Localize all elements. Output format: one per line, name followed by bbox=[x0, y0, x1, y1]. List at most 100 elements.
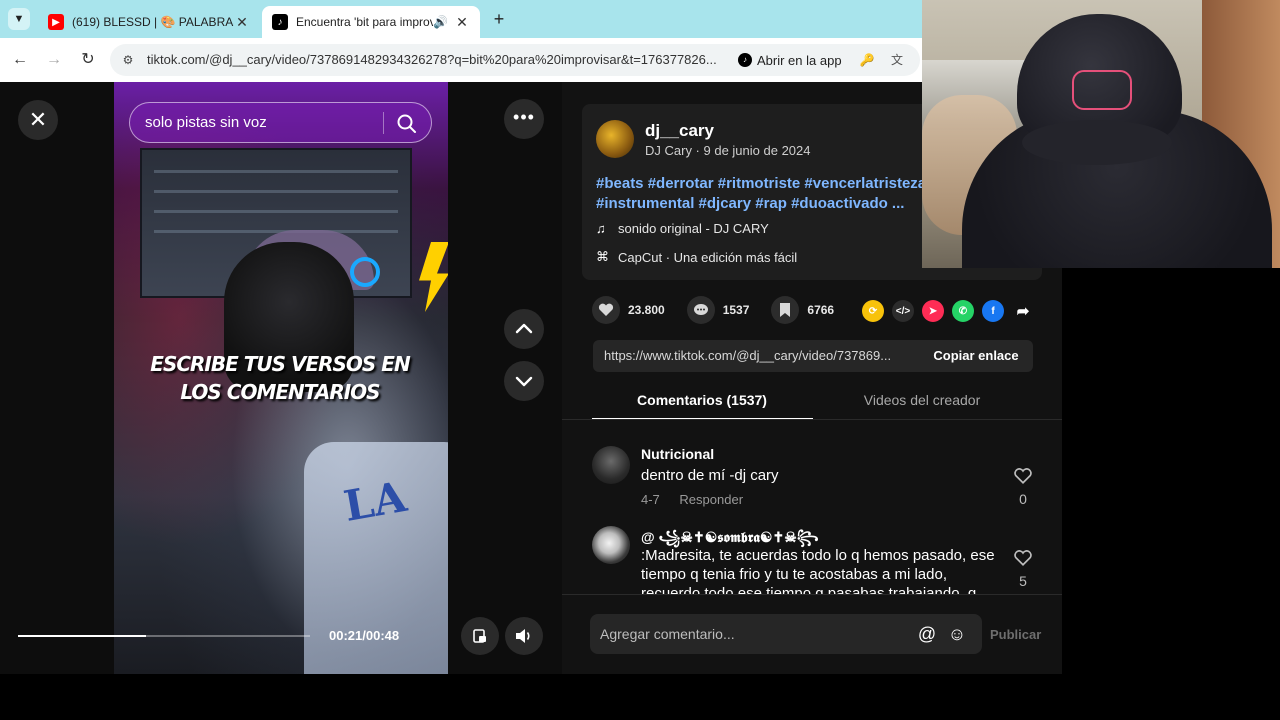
video-caption: ESCRIBE TUS VERSOS EN LOS COMENTARIOS bbox=[150, 352, 410, 404]
speaker-icon[interactable]: 🔊 bbox=[433, 15, 448, 29]
tab-creator-videos[interactable]: Videos del creador bbox=[812, 392, 1032, 408]
open-in-app-button[interactable]: ♪ Abrir en la app bbox=[732, 48, 852, 72]
webcam-cap-brim bbox=[1022, 120, 1172, 165]
heart-outline-icon[interactable] bbox=[1014, 550, 1032, 566]
capcut-label: CapCut · Una edición más fácil bbox=[618, 249, 798, 265]
comment-item: @ ꧁☠︎✝︎☯︎𝖘𝖔𝖒𝖇𝖗𝖆☯︎✝︎☠︎꧂ :Madresita, te ac… bbox=[592, 526, 1042, 594]
tab-close-icon[interactable]: ✕ bbox=[234, 14, 250, 31]
video-time: 00:21/00:48 bbox=[329, 628, 400, 643]
tiktok-icon: ♪ bbox=[272, 14, 288, 30]
key-icon[interactable]: 🔑 bbox=[858, 51, 876, 69]
browser-tab-bar: ▼ ▶ (619) BLESSD | 🎨 PALABRAS S ✕ ♪ Encu… bbox=[0, 0, 922, 38]
site-info-icon[interactable]: ⚙ bbox=[120, 52, 136, 68]
like-stat[interactable]: 23.800 bbox=[592, 296, 665, 324]
creator-subline: DJ Cary · 9 de junio de 2024 bbox=[645, 143, 811, 158]
comment-date: 4-7 bbox=[641, 492, 660, 507]
youtube-icon: ▶ bbox=[48, 14, 64, 30]
video-search-bar[interactable]: solo pistas sin voz bbox=[129, 102, 432, 143]
volume-button[interactable] bbox=[505, 617, 543, 655]
tab-tiktok[interactable]: ♪ Encuentra 'bit para improvis 🔊 ✕ bbox=[262, 6, 480, 38]
bookmark-icon[interactable] bbox=[771, 296, 800, 324]
open-app-label: Abrir en la app bbox=[757, 52, 842, 68]
comment-meta: 4-7 Responder bbox=[641, 492, 759, 507]
close-video-button[interactable]: ✕ bbox=[18, 100, 58, 140]
tab-title: (619) BLESSD | 🎨 PALABRAS S bbox=[72, 15, 234, 29]
publish-button[interactable]: Publicar bbox=[990, 627, 1041, 642]
capcut-icon: ⌘ bbox=[596, 249, 609, 264]
commenter-name[interactable]: Nutricional bbox=[641, 446, 714, 462]
capcut-line[interactable]: ⌘ CapCut · Una edición más fácil bbox=[596, 249, 797, 265]
creator-username[interactable]: dj__cary bbox=[645, 121, 714, 141]
comment-item: Nutricional dentro de mí -dj cary 4-7 Re… bbox=[592, 446, 1042, 507]
comment-input[interactable]: Agregar comentario... @ ☺ bbox=[590, 614, 982, 654]
whatsapp-icon[interactable]: ✆ bbox=[952, 300, 974, 322]
previous-video-button[interactable] bbox=[504, 309, 544, 349]
comment-like-count: 0 bbox=[1019, 491, 1027, 507]
next-video-button[interactable] bbox=[504, 361, 544, 401]
reload-icon[interactable]: ↻ bbox=[76, 48, 100, 72]
translate-icon[interactable]: 文 bbox=[888, 51, 906, 69]
tab-search-chevron-icon[interactable]: ▼ bbox=[8, 8, 30, 30]
more-options-button[interactable]: ••• bbox=[504, 99, 544, 139]
creator-avatar[interactable] bbox=[596, 120, 634, 158]
forward-icon[interactable]: → bbox=[42, 48, 66, 72]
comment-bar-divider bbox=[562, 594, 1062, 595]
mention-icon[interactable]: @ bbox=[916, 623, 938, 645]
like-count: 23.800 bbox=[628, 303, 665, 317]
volume-icon bbox=[516, 629, 530, 643]
tab-title: Encuentra 'bit para improvis bbox=[296, 15, 434, 29]
chevron-up-icon bbox=[515, 323, 533, 334]
more-icon: ••• bbox=[513, 107, 535, 127]
comment-like[interactable]: 0 bbox=[1012, 468, 1034, 507]
share-icons: ⟳ </> ➤ ✆ f ➦ bbox=[862, 300, 1042, 322]
commenter-avatar[interactable] bbox=[592, 446, 630, 484]
share-link-box: https://www.tiktok.com/@dj__cary/video/7… bbox=[593, 340, 1033, 372]
share-link[interactable]: https://www.tiktok.com/@dj__cary/video/7… bbox=[604, 348, 912, 363]
comment-stat[interactable]: 1537 bbox=[686, 296, 749, 324]
heart-outline-icon[interactable] bbox=[1014, 468, 1032, 484]
browser-toolbar: ← → ↻ ⚙ tiktok.com/@dj__cary/video/73786… bbox=[0, 38, 922, 82]
sound-line[interactable]: ♫ sonido original - DJ CARY bbox=[596, 221, 769, 236]
copy-link-button[interactable]: Copiar enlace bbox=[919, 340, 1033, 372]
new-tab-button[interactable]: + bbox=[488, 8, 510, 30]
heart-icon[interactable] bbox=[592, 296, 620, 324]
emoji-icon[interactable]: ☺ bbox=[946, 623, 968, 645]
comment-text: :Madresita, te acuerdas todo lo q hemos … bbox=[641, 547, 995, 594]
facebook-icon[interactable]: f bbox=[982, 300, 1004, 322]
send-icon[interactable]: ➤ bbox=[922, 300, 944, 322]
save-stat[interactable]: 6766 bbox=[771, 296, 834, 324]
video-scene-ring bbox=[350, 257, 380, 287]
comment-like[interactable]: 5 bbox=[1012, 550, 1034, 589]
floating-player-icon bbox=[473, 629, 486, 643]
share-arrow-icon[interactable]: ➦ bbox=[1012, 300, 1034, 322]
search-icon[interactable] bbox=[396, 113, 418, 135]
lightning-icon bbox=[419, 242, 448, 312]
picture-in-picture-button[interactable] bbox=[461, 617, 499, 655]
url-text[interactable]: tiktok.com/@dj__cary/video/7378691482934… bbox=[147, 52, 737, 67]
comment-placeholder[interactable]: Agregar comentario... bbox=[600, 626, 735, 642]
embed-icon[interactable]: </> bbox=[892, 300, 914, 322]
tab-comments[interactable]: Comentarios (1537) bbox=[592, 392, 812, 408]
tiktok-icon: ♪ bbox=[738, 53, 752, 67]
tab-close-icon[interactable]: ✕ bbox=[454, 14, 470, 31]
back-icon[interactable]: ← bbox=[8, 48, 32, 72]
reply-button[interactable]: Responder bbox=[679, 492, 743, 507]
tab-youtube[interactable]: ▶ (619) BLESSD | 🎨 PALABRAS S ✕ bbox=[38, 6, 260, 38]
video-progress-fill bbox=[18, 635, 146, 637]
comment-text: dentro de mí -dj cary bbox=[641, 467, 779, 484]
commenter-avatar[interactable] bbox=[592, 526, 630, 564]
comment-icon[interactable] bbox=[686, 296, 715, 324]
search-query[interactable]: solo pistas sin voz bbox=[145, 114, 267, 131]
comment-like-count: 5 bbox=[1019, 573, 1027, 589]
video-progress-bar[interactable] bbox=[18, 635, 310, 637]
screen: ▼ ▶ (619) BLESSD | 🎨 PALABRAS S ✕ ♪ Encu… bbox=[0, 0, 1280, 720]
search-divider bbox=[383, 112, 384, 134]
close-icon: ✕ bbox=[28, 107, 48, 132]
webcam-cap-logo bbox=[1072, 70, 1132, 110]
webcam-overlay bbox=[922, 0, 1280, 268]
repost-icon[interactable]: ⟳ bbox=[862, 300, 884, 322]
comment-list[interactable]: Nutricional dentro de mí -dj cary 4-7 Re… bbox=[562, 422, 1062, 594]
address-bar[interactable]: ⚙ tiktok.com/@dj__cary/video/73786914829… bbox=[110, 44, 920, 76]
sound-name: sonido original - DJ CARY bbox=[618, 221, 769, 236]
tabs-divider bbox=[562, 419, 1062, 420]
